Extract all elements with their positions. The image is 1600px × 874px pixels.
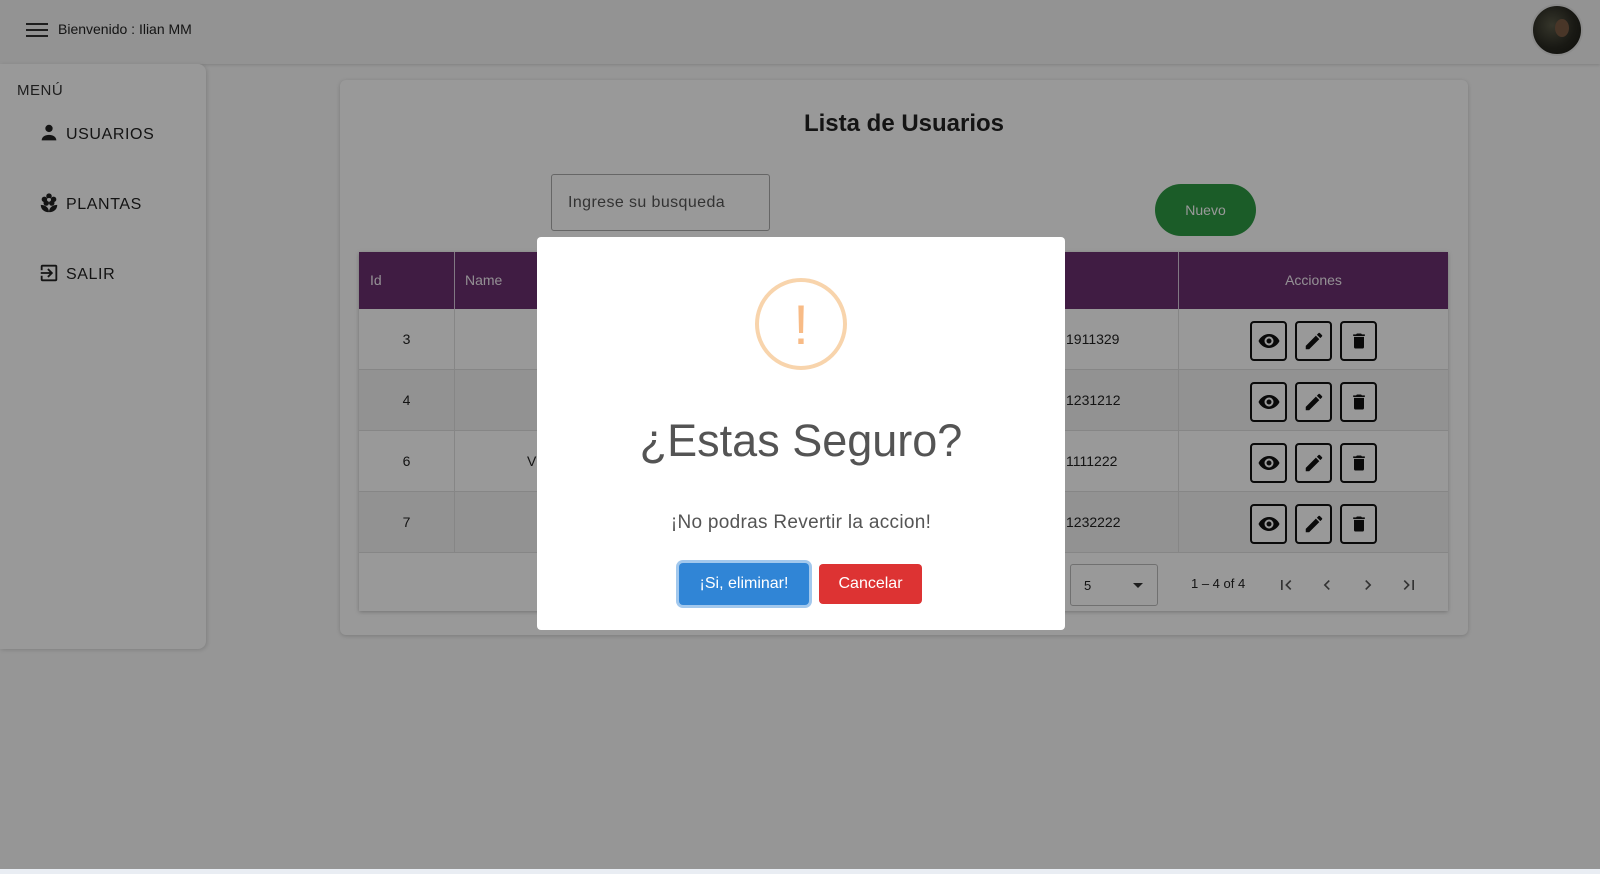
bottom-edge — [0, 869, 1600, 874]
dialog-title: ¿Estas Seguro? — [639, 415, 963, 466]
warning-icon: ! — [755, 278, 847, 370]
confirm-delete-button[interactable]: ¡Si, eliminar! — [679, 563, 809, 605]
confirm-dialog: ! ¿Estas Seguro? ¡No podras Revertir la … — [537, 237, 1065, 630]
dialog-text: ¡No podras Revertir la accion! — [670, 512, 932, 533]
cancel-button[interactable]: Cancelar — [819, 564, 922, 604]
